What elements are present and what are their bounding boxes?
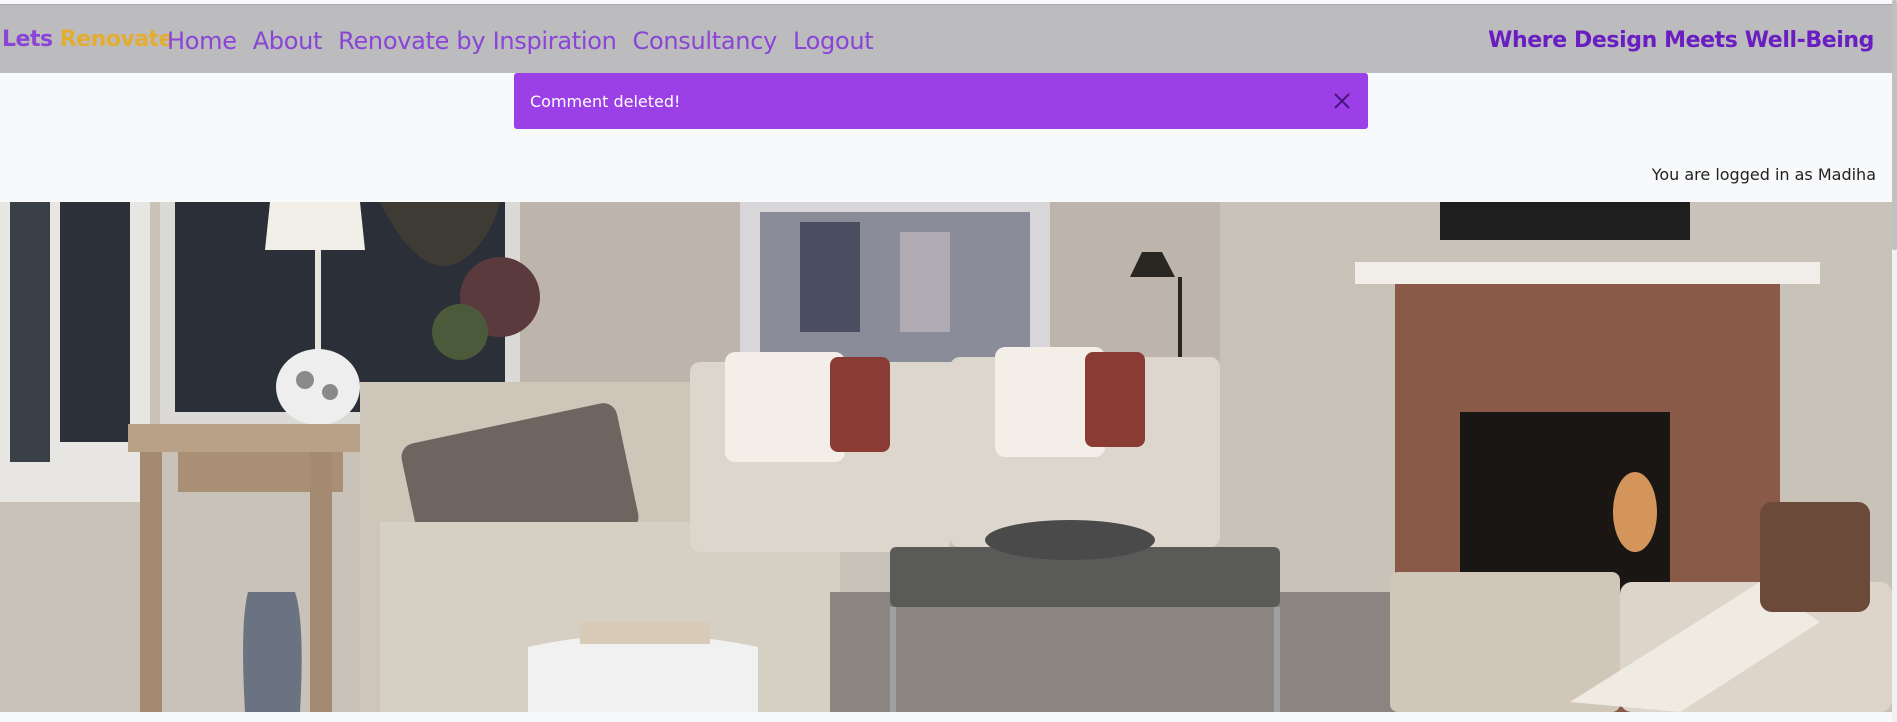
nav-link-renovate-by-inspiration[interactable]: Renovate by Inspiration	[338, 27, 617, 55]
alert-text: Comment deleted!	[530, 92, 681, 111]
close-icon[interactable]	[1330, 89, 1354, 113]
brand-logo[interactable]: Lets Renovate	[2, 27, 174, 52]
nav-link-home[interactable]: Home	[167, 27, 237, 55]
alert-message: Comment deleted!	[514, 73, 1368, 129]
scrollbar[interactable]	[1892, 0, 1897, 722]
page: Lets Renovate Home About Renovate by Ins…	[0, 0, 1897, 722]
brand-part-lets: Lets	[2, 27, 53, 52]
scrollbar-thumb[interactable]	[1892, 0, 1897, 250]
hero-image	[0, 202, 1892, 712]
nav-link-about[interactable]: About	[253, 27, 323, 55]
nav-links: Home About Renovate by Inspiration Consu…	[167, 27, 874, 55]
nav-link-logout[interactable]: Logout	[793, 27, 874, 55]
nav-link-consultancy[interactable]: Consultancy	[633, 27, 778, 55]
login-status: You are logged in as Madiha	[1651, 165, 1876, 184]
navbar: Lets Renovate Home About Renovate by Ins…	[0, 4, 1892, 73]
brand-part-renovate: Renovate	[59, 27, 174, 52]
tagline: Where Design Meets Well-Being	[1488, 28, 1874, 53]
